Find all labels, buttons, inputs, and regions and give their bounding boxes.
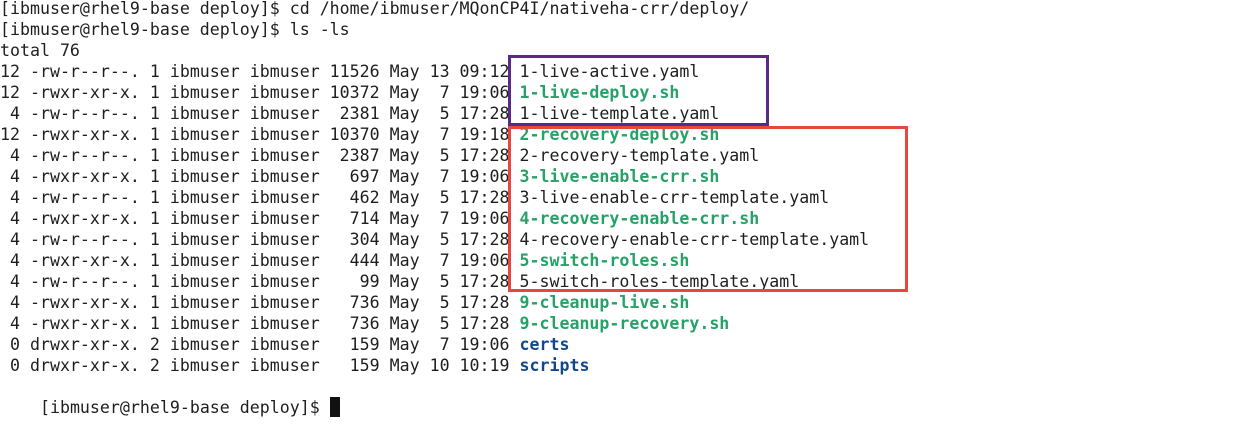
file-name: 1-live-template.yaml bbox=[519, 104, 720, 123]
file-meta: 0 drwxr-xr-x. 2 ibmuser ibmuser 159 May … bbox=[0, 335, 520, 354]
listing-row: 4 -rwxr-xr-x. 1 ibmuser ibmuser 736 May … bbox=[0, 292, 689, 313]
directory-name: scripts bbox=[519, 356, 590, 375]
file-meta: 12 -rw-r--r--. 1 ibmuser ibmuser 11526 M… bbox=[0, 62, 520, 81]
file-meta: 4 -rw-r--r--. 1 ibmuser ibmuser 99 May 5… bbox=[0, 272, 520, 291]
file-name: 4-recovery-enable-crr-template.yaml bbox=[519, 230, 870, 249]
file-meta: 4 -rw-r--r--. 1 ibmuser ibmuser 2381 May… bbox=[0, 104, 520, 123]
listing-row: 4 -rw-r--r--. 1 ibmuser ibmuser 304 May … bbox=[0, 229, 869, 250]
file-meta: 12 -rwxr-xr-x. 1 ibmuser ibmuser 10370 M… bbox=[0, 125, 520, 144]
terminal-window[interactable]: [ibmuser@rhel9-base deploy]$ cd /home/ib… bbox=[0, 0, 1240, 424]
prompt-text: [ibmuser@rhel9-base deploy]$ bbox=[39, 398, 330, 417]
file-meta: 4 -rwxr-xr-x. 1 ibmuser ibmuser 736 May … bbox=[0, 314, 520, 333]
command-line-ls: [ibmuser@rhel9-base deploy]$ ls -ls bbox=[0, 20, 350, 39]
command-line-cd: [ibmuser@rhel9-base deploy]$ cd /home/ib… bbox=[0, 0, 750, 18]
file-meta: 4 -rw-r--r--. 1 ibmuser ibmuser 462 May … bbox=[0, 188, 520, 207]
file-name: 1-live-deploy.sh bbox=[519, 83, 680, 102]
listing-row: 12 -rwxr-xr-x. 1 ibmuser ibmuser 10372 M… bbox=[0, 82, 679, 103]
file-name: 9-cleanup-recovery.sh bbox=[519, 314, 730, 333]
file-name: 5-switch-roles-template.yaml bbox=[519, 272, 800, 291]
file-meta: 4 -rwxr-xr-x. 1 ibmuser ibmuser 444 May … bbox=[0, 251, 520, 270]
text-cursor bbox=[329, 397, 340, 417]
listing-row: 0 drwxr-xr-x. 2 ibmuser ibmuser 159 May … bbox=[0, 355, 589, 376]
file-meta: 4 -rwxr-xr-x. 1 ibmuser ibmuser 736 May … bbox=[0, 293, 520, 312]
listing-row: 4 -rw-r--r--. 1 ibmuser ibmuser 2381 May… bbox=[0, 103, 719, 124]
file-meta: 4 -rw-r--r--. 1 ibmuser ibmuser 304 May … bbox=[0, 230, 520, 249]
file-name: 2-recovery-deploy.sh bbox=[519, 125, 720, 144]
file-name: 4-recovery-enable-crr.sh bbox=[519, 209, 760, 228]
listing-row: 4 -rw-r--r--. 1 ibmuser ibmuser 2387 May… bbox=[0, 145, 759, 166]
listing-row: 4 -rwxr-xr-x. 1 ibmuser ibmuser 697 May … bbox=[0, 166, 719, 187]
listing-row: 4 -rw-r--r--. 1 ibmuser ibmuser 99 May 5… bbox=[0, 271, 799, 292]
file-meta: 4 -rw-r--r--. 1 ibmuser ibmuser 2387 May… bbox=[0, 146, 520, 165]
prompt-line[interactable]: [ibmuser@rhel9-base deploy]$ bbox=[0, 376, 340, 417]
file-name: 5-switch-roles.sh bbox=[519, 251, 690, 270]
listing-row: 12 -rwxr-xr-x. 1 ibmuser ibmuser 10370 M… bbox=[0, 124, 719, 145]
listing-row: 4 -rwxr-xr-x. 1 ibmuser ibmuser 444 May … bbox=[0, 250, 689, 271]
listing-row: 4 -rw-r--r--. 1 ibmuser ibmuser 462 May … bbox=[0, 187, 829, 208]
directory-name: certs bbox=[519, 335, 570, 354]
file-name: 3-live-enable-crr-template.yaml bbox=[519, 188, 830, 207]
file-name: 1-live-active.yaml bbox=[519, 62, 700, 81]
file-name: 3-live-enable-crr.sh bbox=[519, 167, 720, 186]
file-meta: 4 -rwxr-xr-x. 1 ibmuser ibmuser 714 May … bbox=[0, 209, 520, 228]
listing-row: 12 -rw-r--r--. 1 ibmuser ibmuser 11526 M… bbox=[0, 61, 699, 82]
file-name: 2-recovery-template.yaml bbox=[519, 146, 760, 165]
file-meta: 4 -rwxr-xr-x. 1 ibmuser ibmuser 697 May … bbox=[0, 167, 520, 186]
listing-row: 0 drwxr-xr-x. 2 ibmuser ibmuser 159 May … bbox=[0, 334, 569, 355]
file-meta: 0 drwxr-xr-x. 2 ibmuser ibmuser 159 May … bbox=[0, 356, 520, 375]
total-line: total 76 bbox=[0, 41, 80, 60]
listing-row: 4 -rwxr-xr-x. 1 ibmuser ibmuser 736 May … bbox=[0, 313, 729, 334]
listing-row: 4 -rwxr-xr-x. 1 ibmuser ibmuser 714 May … bbox=[0, 208, 759, 229]
file-name: 9-cleanup-live.sh bbox=[519, 293, 690, 312]
file-meta: 12 -rwxr-xr-x. 1 ibmuser ibmuser 10372 M… bbox=[0, 83, 520, 102]
